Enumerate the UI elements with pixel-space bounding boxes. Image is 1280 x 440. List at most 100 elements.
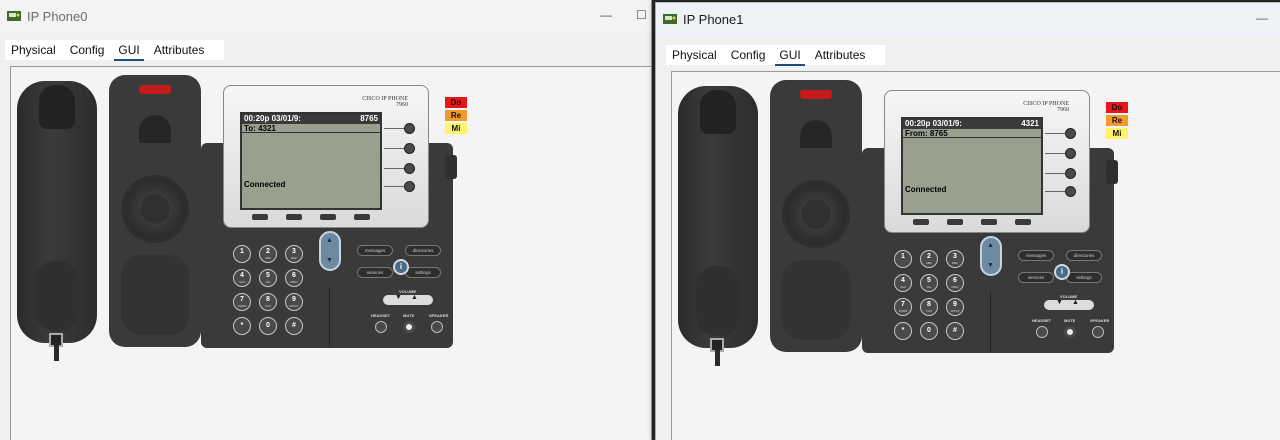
volume-up-icon[interactable]: ▲ xyxy=(1072,299,1079,306)
volume-rocker[interactable]: ▼ ▲ xyxy=(383,294,433,305)
softkey-2[interactable] xyxy=(947,219,963,225)
line-button-2[interactable] xyxy=(1065,148,1076,159)
line-button-1[interactable] xyxy=(1065,128,1076,139)
status-tag-mi: Mi xyxy=(1106,128,1128,139)
headset-button[interactable] xyxy=(1036,326,1048,338)
headset-button[interactable] xyxy=(375,321,387,333)
nav-down-icon[interactable]: ▼ xyxy=(326,257,333,264)
messages-button[interactable]: messages xyxy=(357,245,393,256)
settings-button[interactable]: settings xyxy=(1066,272,1102,283)
hookswitch[interactable] xyxy=(800,120,832,148)
directories-button[interactable]: directories xyxy=(405,245,441,256)
status-tags: Do Re Mi xyxy=(1106,102,1128,141)
softkey-1[interactable] xyxy=(913,219,929,225)
key-5[interactable]: 5 JKL xyxy=(259,269,277,287)
mute-button[interactable] xyxy=(403,321,415,333)
key-4[interactable]: 4 GHI xyxy=(233,269,251,287)
lcd-header: 00:20p 03/01/9: 4321 xyxy=(903,119,1041,129)
messages-button[interactable]: messages xyxy=(1018,250,1054,261)
softkey-3[interactable] xyxy=(320,214,336,220)
softkey-1[interactable] xyxy=(252,214,268,220)
speaker-button[interactable] xyxy=(431,321,443,333)
speaker-button[interactable] xyxy=(1092,326,1104,338)
navigation-button[interactable]: ▲ ▼ xyxy=(980,236,1002,276)
key-hash[interactable]: # xyxy=(285,317,303,335)
settings-button[interactable]: settings xyxy=(405,267,441,278)
key-7[interactable]: 7 PQRS xyxy=(894,298,912,316)
nav-up-icon[interactable]: ▲ xyxy=(326,237,333,244)
title-bar[interactable]: IP Phone1 — xyxy=(656,3,1280,35)
softkey-4[interactable] xyxy=(354,214,370,220)
key-5[interactable]: 5 JKL xyxy=(920,274,938,292)
tab-attributes[interactable]: Attributes xyxy=(815,48,866,62)
line-button-4[interactable] xyxy=(404,181,415,192)
key-star[interactable]: * xyxy=(894,322,912,340)
services-button[interactable]: services xyxy=(357,267,393,278)
key-3[interactable]: 3 DEF xyxy=(946,250,964,268)
key-digit: * xyxy=(901,327,905,334)
minimize-button[interactable]: — xyxy=(1256,11,1268,25)
softkey-3[interactable] xyxy=(981,219,997,225)
key-8[interactable]: 8 TUV xyxy=(259,293,277,311)
info-button[interactable]: i xyxy=(393,259,409,275)
title-bar[interactable]: IP Phone0 — ☐ xyxy=(0,0,651,32)
volume-up-icon[interactable]: ▲ xyxy=(411,294,418,301)
volume-down-icon[interactable]: ▼ xyxy=(1056,299,1063,306)
key-8[interactable]: 8 TUV xyxy=(920,298,938,316)
line-button-4[interactable] xyxy=(1065,186,1076,197)
tab-physical[interactable]: Physical xyxy=(672,48,717,62)
lcd-extension: 4321 xyxy=(1021,119,1039,128)
phone-cradle xyxy=(109,75,201,347)
tab-attributes[interactable]: Attributes xyxy=(154,43,205,57)
line-button-1[interactable] xyxy=(404,123,415,134)
ip-phone0-window: IP Phone0 — ☐ Physical Config GUI Attrib… xyxy=(0,0,652,440)
key-9[interactable]: 9 WXYZ xyxy=(285,293,303,311)
key-7[interactable]: 7 PQRS xyxy=(233,293,251,311)
key-star[interactable]: * xyxy=(233,317,251,335)
side-button xyxy=(445,155,457,179)
key-0[interactable]: 0 xyxy=(259,317,277,335)
softkey-2[interactable] xyxy=(286,214,302,220)
lcd-extension: 8765 xyxy=(360,114,378,123)
handset[interactable] xyxy=(17,81,97,343)
directories-button[interactable]: directories xyxy=(1066,250,1102,261)
key-0[interactable]: 0 xyxy=(920,322,938,340)
handset[interactable] xyxy=(678,86,758,348)
nav-down-icon[interactable]: ▼ xyxy=(987,262,994,269)
hookswitch[interactable] xyxy=(139,115,171,143)
key-2[interactable]: 2 ABC xyxy=(259,245,277,263)
softkey-4[interactable] xyxy=(1015,219,1031,225)
key-digit: 6 xyxy=(292,272,296,279)
brand-label: CISCO IP PHONE 7960 xyxy=(1023,101,1069,113)
gui-panel: CISCO IP PHONE 7960 00:20p 03/01/9: 4321… xyxy=(671,71,1280,440)
line-button-3[interactable] xyxy=(404,163,415,174)
tab-config[interactable]: Config xyxy=(731,48,766,62)
line-wire xyxy=(1045,191,1067,192)
key-3[interactable]: 3 DEF xyxy=(285,245,303,263)
key-digit: 7 xyxy=(240,296,244,303)
key-6[interactable]: 6 MNO xyxy=(285,269,303,287)
maximize-button[interactable]: ☐ xyxy=(636,8,647,22)
volume-rocker[interactable]: ▼ ▲ xyxy=(1044,299,1094,310)
nav-up-icon[interactable]: ▲ xyxy=(987,242,994,249)
services-button[interactable]: services xyxy=(1018,272,1054,283)
tab-gui[interactable]: GUI xyxy=(775,48,806,66)
mute-button[interactable] xyxy=(1064,326,1076,338)
key-9[interactable]: 9 WXYZ xyxy=(946,298,964,316)
key-1[interactable]: 1 xyxy=(894,250,912,268)
tab-gui[interactable]: GUI xyxy=(114,43,145,61)
minimize-button[interactable]: — xyxy=(600,8,612,22)
key-4[interactable]: 4 GHI xyxy=(894,274,912,292)
navigation-button[interactable]: ▲ ▼ xyxy=(319,231,341,271)
tab-physical[interactable]: Physical xyxy=(11,43,56,57)
key-1[interactable]: 1 xyxy=(233,245,251,263)
volume-down-icon[interactable]: ▼ xyxy=(395,294,402,301)
key-hash[interactable]: # xyxy=(946,322,964,340)
info-button[interactable]: i xyxy=(1054,264,1070,280)
key-6[interactable]: 6 MNO xyxy=(946,274,964,292)
tab-config[interactable]: Config xyxy=(70,43,105,57)
brand-line2: 7960 xyxy=(396,102,408,108)
line-button-2[interactable] xyxy=(404,143,415,154)
line-button-3[interactable] xyxy=(1065,168,1076,179)
key-2[interactable]: 2 ABC xyxy=(920,250,938,268)
